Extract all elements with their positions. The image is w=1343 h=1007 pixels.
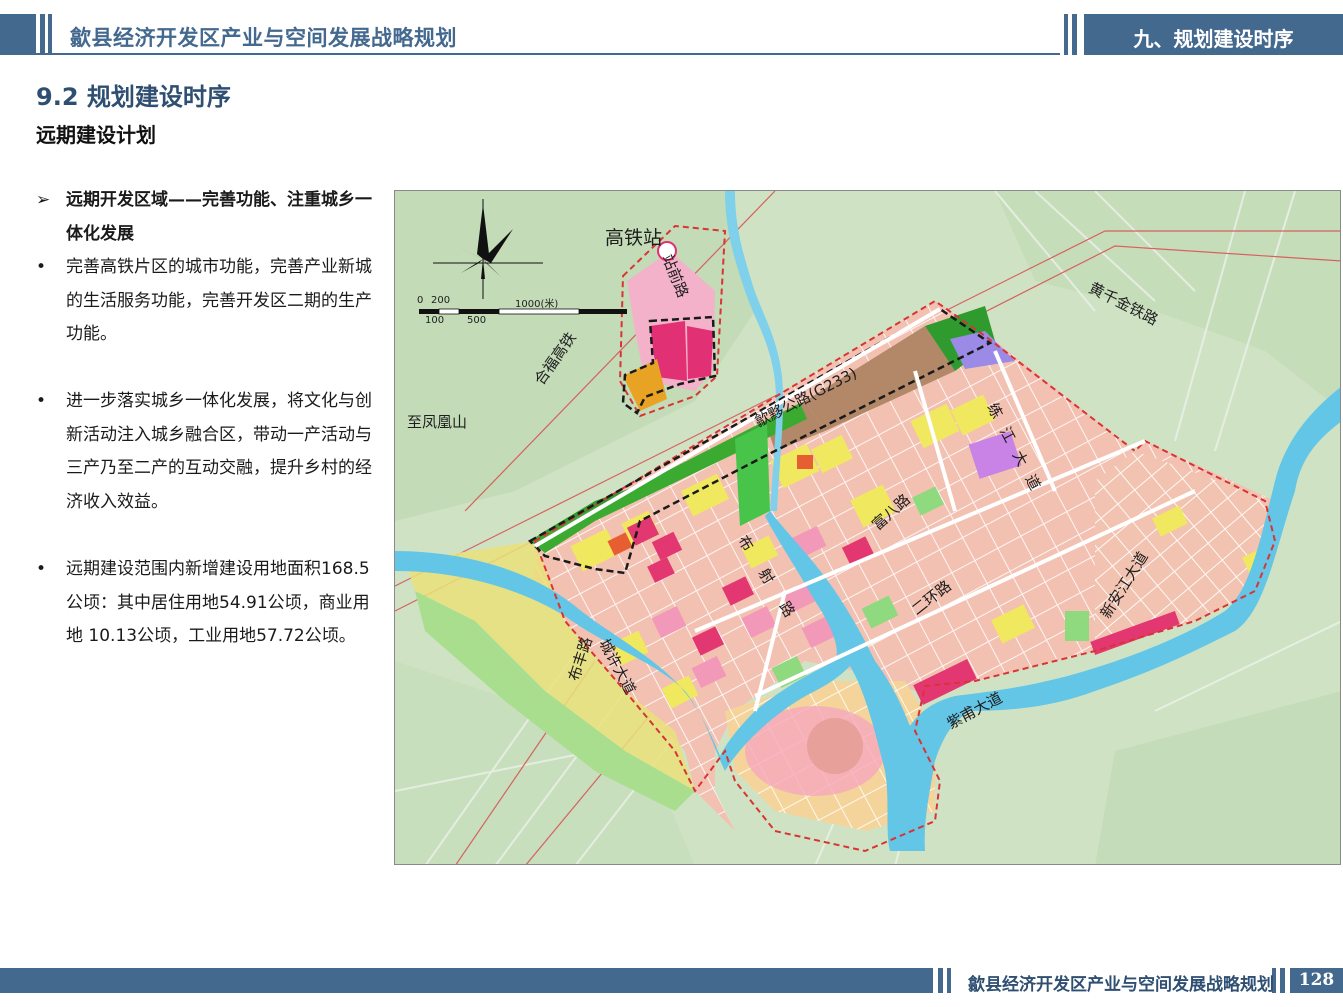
dot-bullet-icon: •	[36, 257, 47, 277]
scale-tick-100: 100	[425, 315, 445, 326]
header-decor-bars	[0, 14, 64, 54]
land-use-plan-map: 高铁站 站前路 合福高铁 黄千金铁路 歙黟公路(G233) 至凤凰山 练江大道 …	[394, 190, 1341, 865]
dot-bullet-icon: •	[36, 391, 47, 411]
arrow-bullet-icon: ➢	[36, 190, 51, 210]
dot-bullet-icon: •	[36, 559, 47, 579]
section-title: 9.2 规划建设时序	[36, 83, 231, 111]
bullet-item: • 完善高铁片区的城市功能，完善产业新城的生活服务功能，完善开发区二期的生产功能…	[36, 251, 372, 352]
map-graphics	[395, 191, 1340, 864]
subsection-title: 远期建设计划	[36, 123, 156, 147]
footer-title: 歙县经济开发区产业与空间发展战略规划	[968, 975, 1274, 995]
label-gaotie-station: 高铁站	[605, 227, 663, 249]
scale-tick-500: 500	[467, 315, 487, 326]
label-zhi-fenghuangshan: 至凤凰山	[407, 413, 468, 431]
chapter-label: 九、规划建设时序	[1133, 27, 1294, 51]
bullet-text: 完善高铁片区的城市功能，完善产业新城的生活服务功能，完善开发区二期的生产功能。	[66, 257, 372, 344]
scale-tick-0: 0	[417, 295, 424, 306]
scale-tick-1000: 1000(米)	[515, 299, 559, 310]
bullet-text: 远期建设范围内新增建设用地面积168.5公顷：其中居住用地54.91公顷，商业用…	[66, 559, 370, 646]
bullet-item-heading: ➢ 远期开发区域——完善功能、注重城乡一体化发展	[36, 184, 372, 251]
page-number-box: 128	[1290, 968, 1343, 993]
page-number: 128	[1298, 970, 1335, 990]
bullet-text: 远期开发区域——完善功能、注重城乡一体化发展	[66, 190, 372, 244]
scale-tick-200: 200	[431, 295, 451, 306]
bullet-item: • 远期建设范围内新增建设用地面积168.5公顷：其中居住用地54.91公顷，商…	[36, 553, 372, 654]
bullet-item: • 进一步落实城乡一体化发展，将文化与创新活动注入城乡融合区，带动一产活动与三产…	[36, 385, 372, 519]
bullet-text: 进一步落实城乡一体化发展，将文化与创新活动注入城乡融合区，带动一产活动与三产乃至…	[66, 391, 372, 512]
chapter-tab: 九、规划建设时序	[1084, 14, 1343, 55]
footer-bar	[0, 968, 933, 993]
header-title: 歙县经济开发区产业与空间发展战略规划	[70, 26, 457, 50]
header-rule	[0, 53, 1060, 55]
